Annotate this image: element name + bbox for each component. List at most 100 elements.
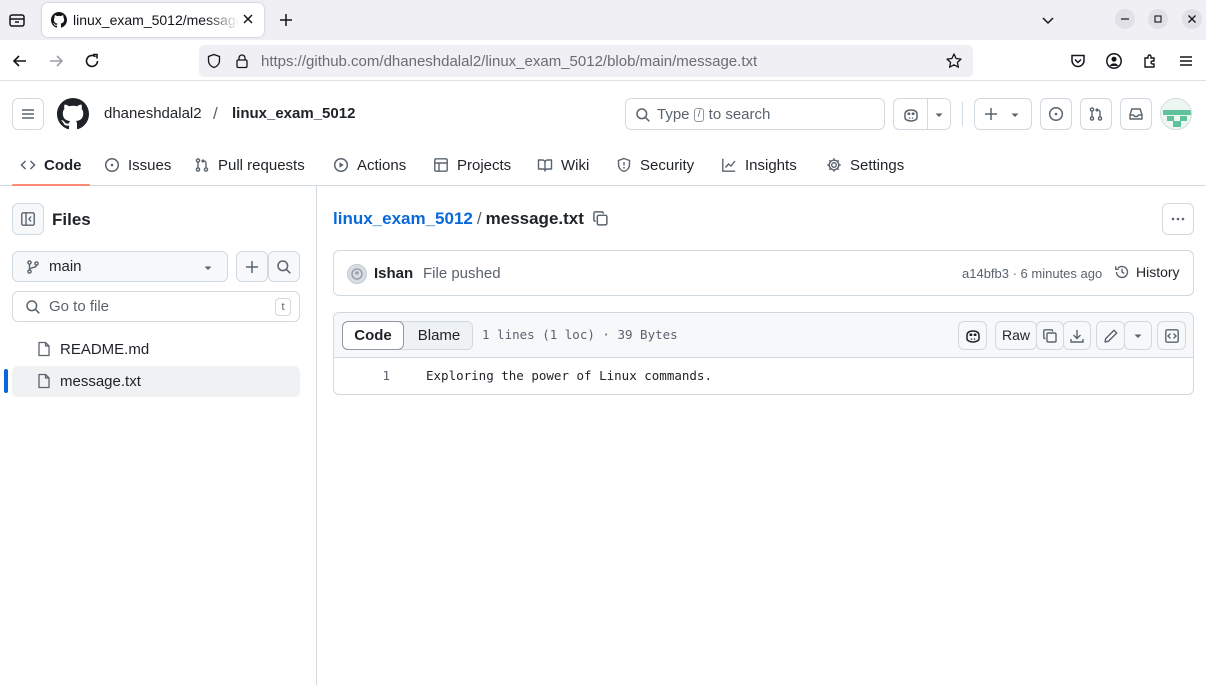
selected-item-indicator (4, 369, 8, 393)
file-tree-sidebar: Files main Go to file t README.md messag… (0, 186, 317, 685)
copilot-icon (964, 327, 982, 345)
inbox-icon (1128, 106, 1144, 122)
tab-pull-requests-label: Pull requests (218, 156, 305, 174)
repo-owner-link[interactable]: dhaneshdalal2 (104, 105, 202, 122)
copilot-button[interactable] (893, 98, 951, 130)
blame-view-button[interactable]: Blame (405, 322, 473, 349)
sidebar-collapse-icon (20, 211, 36, 227)
reload-icon[interactable] (83, 52, 101, 70)
create-new-button[interactable] (974, 98, 1032, 130)
hamburger-icon (20, 106, 36, 122)
url-text[interactable]: https://github.com/dhaneshdalal2/linux_e… (261, 53, 757, 70)
author-avatar[interactable] (347, 264, 367, 284)
breadcrumb-repo-link[interactable]: linux_exam_5012 (333, 209, 473, 228)
git-branch-icon (25, 259, 41, 275)
edit-options-button[interactable] (1124, 321, 1152, 350)
commit-message[interactable]: File pushed (423, 265, 501, 282)
lock-icon[interactable] (234, 53, 250, 69)
inbox-button[interactable] (1120, 98, 1152, 130)
graph-icon (721, 157, 737, 173)
close-window-icon[interactable] (1182, 9, 1202, 29)
copy-path-icon[interactable] (592, 210, 609, 227)
tree-item-label: README.md (60, 341, 150, 358)
tab-security[interactable]: Security (616, 144, 694, 186)
pocket-icon[interactable] (1069, 52, 1087, 70)
git-pull-request-icon (1088, 106, 1104, 122)
github-logo-icon[interactable] (57, 98, 89, 130)
url-bar[interactable]: https://github.com/dhaneshdalal2/linux_e… (199, 45, 973, 77)
more-options-button[interactable] (1162, 203, 1194, 235)
tab-issues-label: Issues (128, 156, 172, 174)
tree-item-readme[interactable]: README.md (12, 334, 300, 365)
code-icon (20, 157, 36, 173)
tab-settings[interactable]: Settings (826, 144, 904, 186)
search-placeholder-prefix: Type (657, 106, 690, 123)
repo-name-link[interactable]: linux_exam_5012 (232, 105, 355, 122)
play-icon (333, 157, 349, 173)
account-icon[interactable] (1105, 52, 1123, 70)
tab-wiki-label: Wiki (561, 156, 590, 174)
close-tab-icon[interactable] (241, 12, 255, 26)
search-files-button[interactable] (268, 251, 300, 282)
history-button[interactable]: History (1114, 264, 1180, 280)
back-icon[interactable] (11, 52, 29, 70)
global-nav-menu-button[interactable] (12, 98, 44, 130)
app-menu-icon[interactable] (1177, 52, 1195, 70)
file-header: Code Blame 1 lines (1 loc) · 39 Bytes Ra… (334, 313, 1193, 358)
tab-wiki[interactable]: Wiki (537, 144, 589, 186)
issues-button[interactable] (1040, 98, 1072, 130)
restore-window-icon[interactable] (1148, 9, 1168, 29)
repo-nav: Code Issues Pull requests Actions Projec… (0, 144, 1206, 186)
url-path: /dhaneshdalal2/linux_exam_5012/blob/main… (379, 53, 758, 70)
commit-author[interactable]: Ishan (374, 265, 413, 282)
add-file-button[interactable] (236, 251, 268, 282)
minimize-window-icon[interactable] (1115, 9, 1135, 29)
copy-raw-button[interactable] (1036, 321, 1064, 350)
collapse-sidebar-button[interactable] (12, 203, 44, 235)
edit-file-button[interactable] (1096, 321, 1125, 350)
search-placeholder-suffix: to search (708, 106, 771, 123)
code-view-button[interactable]: Code (342, 321, 404, 350)
tab-overview-icon[interactable] (8, 11, 26, 29)
history-label: History (1136, 264, 1180, 280)
view-mode-toggle: Code Blame (342, 321, 473, 350)
extensions-icon[interactable] (1141, 52, 1159, 70)
symbols-panel-button[interactable] (1157, 321, 1186, 350)
go-to-file-shortcut: t (275, 298, 291, 316)
breadcrumb-file: message.txt (485, 209, 584, 228)
line-number[interactable]: 1 (334, 368, 390, 383)
tab-insights[interactable]: Insights (721, 144, 797, 186)
pull-requests-button[interactable] (1080, 98, 1112, 130)
search-icon (276, 259, 292, 275)
search-icon (25, 299, 41, 315)
copilot-ask-button[interactable] (958, 321, 987, 350)
tab-issues[interactable]: Issues (104, 144, 171, 186)
go-to-file-input[interactable]: Go to file t (12, 291, 300, 322)
bookmark-star-icon[interactable] (945, 52, 963, 70)
branch-selector[interactable]: main (12, 251, 228, 282)
file-viewer: Code Blame 1 lines (1 loc) · 39 Bytes Ra… (333, 312, 1194, 395)
list-tabs-icon[interactable] (1040, 12, 1056, 28)
browser-tab[interactable]: linux_exam_5012/message.txt (42, 3, 264, 37)
search-input[interactable]: Type / to search (625, 98, 885, 130)
breadcrumb-separator: / (476, 209, 482, 228)
plus-icon (244, 259, 260, 275)
tab-projects[interactable]: Projects (433, 144, 511, 186)
tab-pull-requests[interactable]: Pull requests (194, 144, 305, 186)
new-tab-icon[interactable] (278, 12, 294, 28)
search-icon (635, 107, 651, 123)
tab-code[interactable]: Code (12, 144, 89, 186)
user-avatar[interactable] (1160, 98, 1192, 130)
tracking-shield-icon[interactable] (206, 53, 222, 69)
code-text[interactable]: Exploring the power of Linux commands. (426, 368, 712, 383)
tab-actions[interactable]: Actions (333, 144, 406, 186)
forward-icon[interactable] (47, 52, 65, 70)
pencil-icon (1103, 328, 1119, 344)
code-square-icon (1164, 328, 1180, 344)
tree-item-message[interactable]: message.txt (12, 366, 300, 397)
raw-button[interactable]: Raw (995, 321, 1037, 350)
file-icon (36, 341, 52, 357)
download-button[interactable] (1063, 321, 1091, 350)
kebab-horizontal-icon (1170, 211, 1186, 227)
commit-meta[interactable]: a14bfb3 · 6 minutes ago (962, 266, 1102, 281)
